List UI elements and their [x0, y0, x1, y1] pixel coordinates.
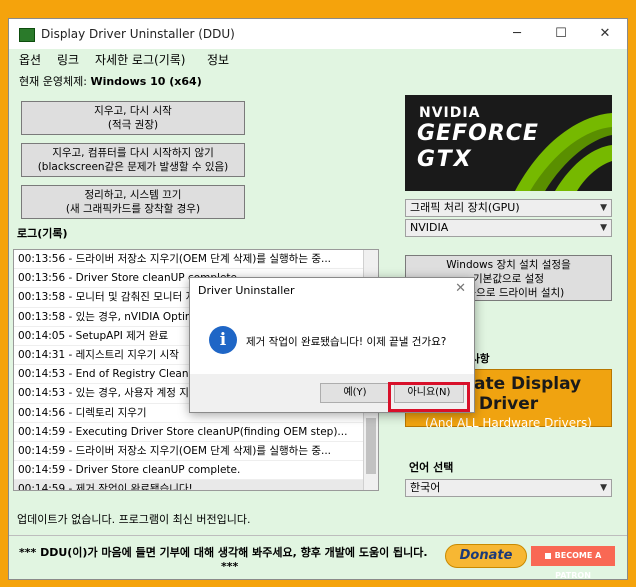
clean-restart-sublabel: (적극 권장)	[107, 119, 159, 131]
os-info: 현재 운영체제: Windows 10 (x64)	[19, 73, 202, 89]
dialog-message: 제거 작업이 완료됐습니다! 이제 끝낼 건가요?	[246, 336, 447, 348]
clean-no-restart-button[interactable]: 지우고, 컴퓨터를 다시 시작하지 않기 (blackscreen같은 문제가 …	[21, 143, 245, 177]
app-icon	[19, 28, 35, 42]
confirm-dialog: Driver Uninstaller ✕ i 제거 작업이 완료됐습니다! 이제…	[189, 277, 475, 413]
no-button-highlight	[388, 382, 470, 412]
dialog-title: Driver Uninstaller	[198, 284, 295, 297]
donation-stars: ***	[221, 560, 239, 573]
language-label: 언어 선택	[409, 461, 454, 474]
log-label: 로그(기록)	[17, 227, 68, 240]
yes-button[interactable]: 예(Y)	[320, 383, 390, 403]
clean-restart-button[interactable]: 지우고, 다시 시작 (적극 권장)	[21, 101, 245, 135]
title-bar: Display Driver Uninstaller (DDU) ─ ☐ ✕	[9, 19, 627, 49]
menu-info[interactable]: 정보	[207, 51, 229, 68]
device-type-select[interactable]: 그래픽 처리 장치(GPU) ▼	[405, 199, 612, 217]
main-window: Display Driver Uninstaller (DDU) ─ ☐ ✕ 옵…	[8, 18, 628, 580]
log-entry-selected: 00:14:59 - 제거 작업이 완료됐습니다!	[14, 480, 378, 490]
minimize-button[interactable]: ─	[495, 19, 539, 49]
donation-message: *** DDU(이)가 마음에 들면 기부에 대해 생각해 봐주세요, 향후 개…	[19, 546, 428, 559]
maximize-button[interactable]: ☐	[539, 19, 583, 49]
clean-no-restart-label: 지우고, 컴퓨터를 다시 시작하지 않기	[52, 147, 214, 159]
log-entry: 00:13:56 - 드라이버 저장소 지우기(OEM 단계 삭제)를 실행하는…	[14, 250, 378, 270]
log-entry: 00:14:59 - Executing Driver Store cleanU…	[14, 423, 378, 442]
vendor-select[interactable]: NVIDIA ▼	[405, 219, 612, 237]
banner-subtitle: (And ALL Hardware Drivers)	[425, 416, 592, 430]
os-label: 현재 운영체제:	[19, 75, 87, 88]
footer-bar: *** DDU(이)가 마음에 들면 기부에 대해 생각해 봐주세요, 향후 개…	[9, 535, 627, 579]
chevron-down-icon: ▼	[600, 203, 607, 213]
patreon-icon	[544, 552, 551, 559]
log-scroll-thumb[interactable]	[366, 418, 376, 474]
device-type-value: 그래픽 처리 장치(GPU)	[410, 201, 520, 214]
clean-shutdown-button[interactable]: 정리하고, 시스템 끄기 (새 그래픽카드를 장착할 경우)	[21, 185, 245, 219]
become-patron-button[interactable]: BECOME A PATRON	[531, 546, 615, 579]
close-button[interactable]: ✕	[583, 19, 627, 49]
logo-nvidia-text: NVIDIA	[419, 105, 481, 121]
clean-no-restart-sublabel: (blackscreen같은 문제가 발생할 수 있음)	[37, 161, 229, 173]
clean-shutdown-sublabel: (새 그래픽카드를 장착할 경우)	[65, 203, 201, 215]
window-title: Display Driver Uninstaller (DDU)	[41, 27, 235, 41]
windows-setting-line1: Windows 장치 설치 설정을	[446, 259, 571, 271]
log-entry: 00:14:59 - Driver Store cleanUP complete…	[14, 461, 378, 481]
patron-label: BECOME A PATRON	[554, 551, 602, 580]
language-value: 한국어	[410, 481, 441, 494]
chevron-down-icon: ▼	[600, 223, 607, 233]
status-text: 업데이트가 없습니다. 프로그램이 최신 버전입니다.	[17, 513, 251, 526]
chevron-down-icon: ▼	[600, 483, 607, 493]
logo-gtx-text: GTX	[417, 147, 473, 172]
menu-options[interactable]: 옵션	[19, 51, 41, 68]
nvidia-geforce-gtx-logo: NVIDIA GEFORCE GTX	[405, 95, 612, 191]
donate-button[interactable]: Donate	[445, 544, 527, 568]
dialog-close-button[interactable]: ✕	[455, 281, 466, 296]
info-icon: i	[209, 326, 237, 354]
log-entry: 00:14:59 - 드라이버 저장소 지우기(OEM 단계 삭제)를 실행하는…	[14, 442, 378, 462]
clean-restart-label: 지우고, 다시 시작	[94, 105, 172, 117]
clean-shutdown-label: 정리하고, 시스템 끄기	[84, 189, 182, 201]
vendor-value: NVIDIA	[410, 221, 449, 234]
logo-geforce-text: GEFORCE	[417, 121, 539, 146]
os-value: Windows 10 (x64)	[90, 75, 202, 88]
menu-detailed-log[interactable]: 자세한 로그(기록)	[95, 51, 185, 68]
language-select[interactable]: 한국어 ▼	[405, 479, 612, 497]
menu-bar: 옵션 링크 자세한 로그(기록) 정보	[9, 49, 627, 69]
menu-links[interactable]: 링크	[57, 51, 79, 68]
